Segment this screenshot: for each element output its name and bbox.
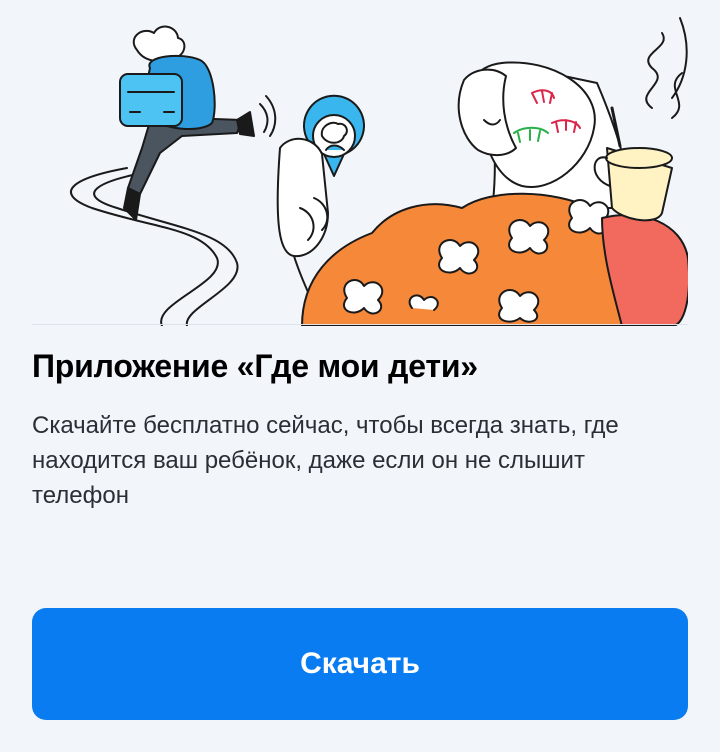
- promo-title: Приложение «Где мои дети»: [32, 348, 478, 384]
- download-button-label: Скачать: [300, 647, 420, 680]
- promo-illustration: [70, 17, 688, 326]
- divider: [32, 324, 688, 325]
- download-button[interactable]: Скачать: [32, 608, 688, 720]
- app-promo-card: Приложение «Где мои дети» Скачайте беспл…: [0, 0, 720, 752]
- promo-description: Скачайте бесплатно сейчас, чтобы всегда …: [32, 412, 619, 509]
- child-with-backpack-icon: [119, 25, 277, 221]
- road-lines-icon: [70, 167, 239, 326]
